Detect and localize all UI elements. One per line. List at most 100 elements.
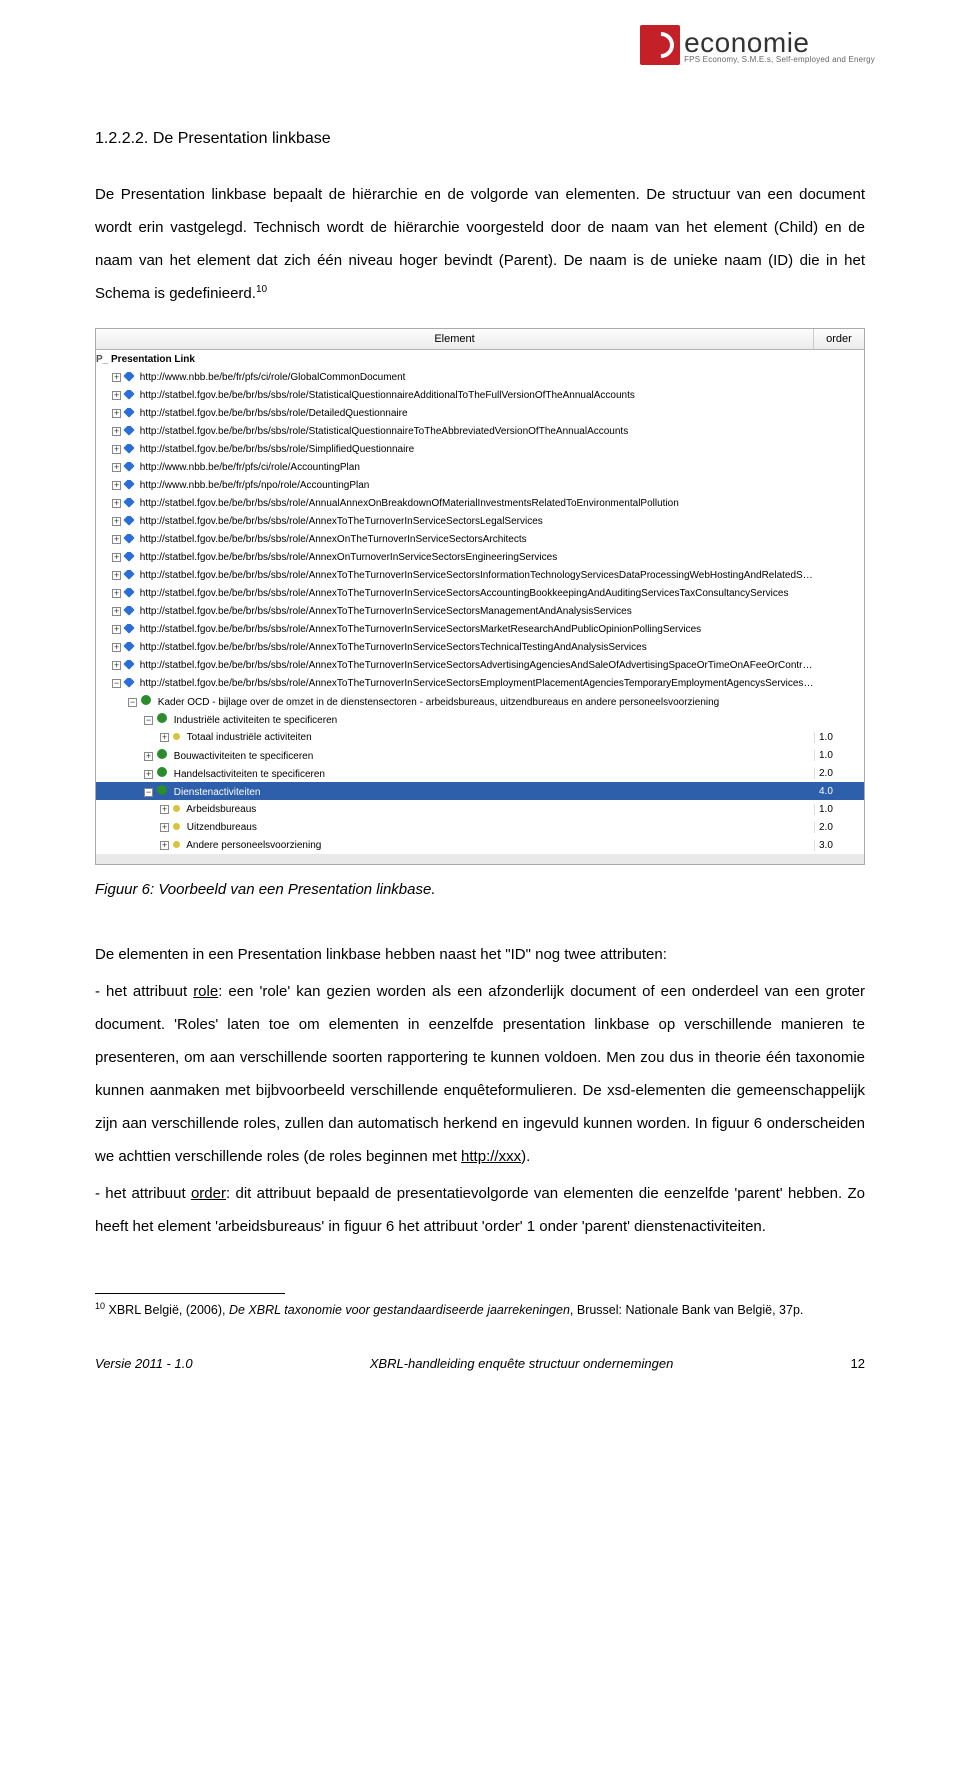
footnote-text-a: XBRL België, (2006),: [105, 1303, 229, 1317]
tree-row[interactable]: + http://www.nbb.be/be/fr/pfs/ci/role/Ac…: [96, 458, 864, 476]
diamond-icon: [123, 660, 134, 670]
tree-row[interactable]: + http://statbel.fgov.be/be/br/bs/sbs/ro…: [96, 404, 864, 422]
tree-row-order: 1.0: [814, 750, 864, 761]
tree-row[interactable]: + http://statbel.fgov.be/be/br/bs/sbs/ro…: [96, 584, 864, 602]
expand-toggle-icon[interactable]: +: [144, 770, 153, 779]
diamond-icon: [123, 570, 134, 580]
footer-page-number: 12: [851, 1356, 865, 1371]
tree-row[interactable]: + Totaal industriële activiteiten1.0: [96, 728, 864, 746]
tree-row[interactable]: + http://statbel.fgov.be/be/br/bs/sbs/ro…: [96, 530, 864, 548]
expand-toggle-icon[interactable]: +: [112, 499, 121, 508]
tree-row[interactable]: + Handelsactiviteiten te specificeren 2.0: [96, 764, 864, 782]
tree-row[interactable]: − Industriële activiteiten te specificer…: [96, 710, 864, 728]
tree-row[interactable]: + http://www.nbb.be/be/fr/pfs/npo/role/A…: [96, 476, 864, 494]
section-heading: 1.2.2.2. De Presentation linkbase: [95, 130, 865, 148]
tree-row[interactable]: + http://statbel.fgov.be/be/br/bs/sbs/ro…: [96, 494, 864, 512]
tree-row-label: http://statbel.fgov.be/be/br/bs/sbs/role…: [137, 660, 814, 671]
tree-row[interactable]: + http://statbel.fgov.be/be/br/bs/sbs/ro…: [96, 620, 864, 638]
expand-toggle-icon[interactable]: +: [112, 391, 121, 400]
tree-row-label: http://statbel.fgov.be/be/br/bs/sbs/role…: [137, 570, 814, 581]
tree-row[interactable]: + http://statbel.fgov.be/be/br/bs/sbs/ro…: [96, 656, 864, 674]
figure-scrollbar-area: [96, 854, 864, 864]
expand-toggle-icon[interactable]: −: [128, 698, 137, 707]
expand-toggle-icon[interactable]: +: [112, 445, 121, 454]
tree-row[interactable]: + Uitzendbureaus2.0: [96, 818, 864, 836]
diamond-icon: [123, 480, 134, 490]
figure-col-order: order: [814, 329, 864, 349]
folder-icon: [157, 767, 167, 777]
expand-toggle-icon[interactable]: +: [160, 823, 169, 832]
tree-row[interactable]: − Kader OCD - bijlage over de omzet in d…: [96, 692, 864, 710]
expand-toggle-icon[interactable]: +: [160, 805, 169, 814]
expand-toggle-icon[interactable]: +: [112, 373, 121, 382]
expand-toggle-icon[interactable]: +: [112, 553, 121, 562]
footnote-text-b: , Brussel: Nationale Bank van België, 37…: [570, 1303, 803, 1317]
folder-icon: [141, 695, 151, 705]
tree-row[interactable]: + http://statbel.fgov.be/be/br/bs/sbs/ro…: [96, 422, 864, 440]
leaf-icon: [173, 733, 180, 740]
tree-row-label: http://statbel.fgov.be/be/br/bs/sbs/role…: [137, 498, 679, 509]
expand-toggle-icon[interactable]: −: [144, 716, 153, 725]
leaf-icon: [173, 805, 180, 812]
tree-row[interactable]: + http://statbel.fgov.be/be/br/bs/sbs/ro…: [96, 566, 864, 584]
tree-row-label: http://statbel.fgov.be/be/br/bs/sbs/role…: [137, 390, 635, 401]
tree-row[interactable]: − Dienstenactiviteiten4.0: [96, 782, 864, 800]
tree-row[interactable]: + http://statbel.fgov.be/be/br/bs/sbs/ro…: [96, 440, 864, 458]
expand-toggle-icon[interactable]: +: [112, 589, 121, 598]
tree-row-label: http://statbel.fgov.be/be/br/bs/sbs/role…: [137, 534, 527, 545]
folder-icon: [157, 785, 167, 795]
expand-toggle-icon[interactable]: +: [112, 463, 121, 472]
expand-toggle-icon[interactable]: +: [112, 535, 121, 544]
diamond-icon: [123, 624, 134, 634]
attr-role-prefix: - het attribuut: [95, 983, 193, 1000]
tree-row[interactable]: + http://statbel.fgov.be/be/br/bs/sbs/ro…: [96, 386, 864, 404]
expand-toggle-icon[interactable]: +: [112, 661, 121, 670]
diamond-icon: [123, 642, 134, 652]
diamond-icon: [123, 498, 134, 508]
footnote-10: 10 XBRL België, (2006), De XBRL taxonomi…: [95, 1300, 865, 1320]
expand-toggle-icon[interactable]: +: [112, 517, 121, 526]
tree-row-label: Andere personeelsvoorziening: [184, 840, 321, 851]
attr-role-end: ).: [521, 1148, 530, 1165]
expand-toggle-icon[interactable]: +: [112, 409, 121, 418]
tree-row[interactable]: − http://statbel.fgov.be/be/br/bs/sbs/ro…: [96, 674, 864, 692]
tree-row[interactable]: + http://www.nbb.be/be/fr/pfs/ci/role/Gl…: [96, 368, 864, 386]
tree-root-label: Presentation Link: [111, 354, 195, 365]
tree-row-order: 1.0: [814, 732, 864, 743]
tree-row-order: 2.0: [814, 768, 864, 779]
expand-toggle-icon[interactable]: +: [112, 481, 121, 490]
expand-toggle-icon[interactable]: +: [112, 625, 121, 634]
tree-root[interactable]: P_ Presentation Link: [96, 350, 864, 368]
diamond-icon: [123, 678, 134, 688]
tree-row[interactable]: + http://statbel.fgov.be/be/br/bs/sbs/ro…: [96, 638, 864, 656]
leaf-icon: [173, 841, 180, 848]
tree-row-label: http://statbel.fgov.be/be/br/bs/sbs/role…: [137, 516, 543, 527]
expand-toggle-icon[interactable]: +: [112, 571, 121, 580]
tree-row[interactable]: + Bouwactiviteiten te specificeren1.0: [96, 746, 864, 764]
expand-toggle-icon[interactable]: +: [112, 607, 121, 616]
attr-order-prefix: - het attribuut: [95, 1185, 191, 1202]
tree-row-label: http://statbel.fgov.be/be/br/bs/sbs/role…: [137, 624, 701, 635]
tree-row-label: http://statbel.fgov.be/be/br/bs/sbs/role…: [137, 678, 814, 689]
diamond-icon: [123, 588, 134, 598]
diamond-icon: [123, 426, 134, 436]
expand-toggle-icon[interactable]: −: [144, 788, 153, 797]
tree-row-label: http://statbel.fgov.be/be/br/bs/sbs/role…: [137, 408, 408, 419]
figure-tree-body: P_ Presentation Link + http://www.nbb.be…: [96, 350, 864, 854]
attr-role-body: : een 'role' kan gezien worden als een a…: [95, 983, 865, 1165]
expand-toggle-icon[interactable]: +: [160, 733, 169, 742]
expand-toggle-icon[interactable]: +: [112, 643, 121, 652]
tree-row[interactable]: + Andere personeelsvoorziening3.0: [96, 836, 864, 854]
folder-icon: [157, 749, 167, 759]
tree-row-label: Handelsactiviteiten te specificeren: [171, 769, 325, 780]
tree-row[interactable]: + http://statbel.fgov.be/be/br/bs/sbs/ro…: [96, 602, 864, 620]
expand-toggle-icon[interactable]: −: [112, 679, 121, 688]
diamond-icon: [123, 462, 134, 472]
figure-presentation-linkbase: Element order P_ Presentation Link + htt…: [95, 328, 865, 865]
tree-row[interactable]: + http://statbel.fgov.be/be/br/bs/sbs/ro…: [96, 512, 864, 530]
tree-row[interactable]: + Arbeidsbureaus1.0: [96, 800, 864, 818]
expand-toggle-icon[interactable]: +: [112, 427, 121, 436]
expand-toggle-icon[interactable]: +: [160, 841, 169, 850]
tree-row[interactable]: + http://statbel.fgov.be/be/br/bs/sbs/ro…: [96, 548, 864, 566]
expand-toggle-icon[interactable]: +: [144, 752, 153, 761]
